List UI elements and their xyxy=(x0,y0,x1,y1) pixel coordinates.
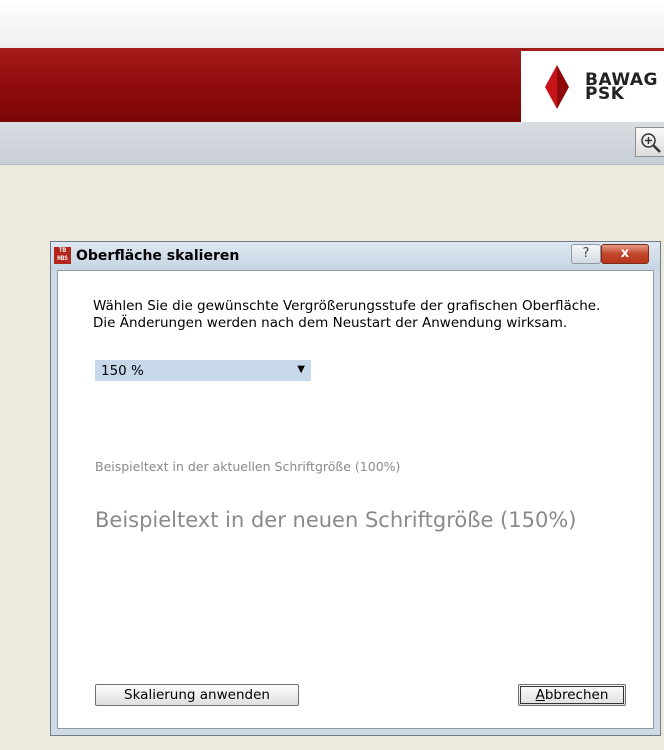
bawag-psk-logo: BAWAG PSK xyxy=(521,51,664,122)
app-icon-text-top: TB xyxy=(58,247,67,254)
app-icon: TB HBS xyxy=(54,247,71,264)
toolbar xyxy=(0,122,664,165)
app-icon-text-bottom: HBS xyxy=(57,255,68,262)
zoom-button[interactable] xyxy=(635,127,664,157)
sample-text-new: Beispieltext in der neuen Schriftgröße (… xyxy=(95,508,577,532)
dialog-title: Oberfläche skalieren xyxy=(76,248,240,264)
zoom-in-icon xyxy=(641,133,661,153)
apply-scaling-button[interactable]: Skalierung anwenden xyxy=(95,684,299,706)
sample-text-current: Beispieltext in der aktuellen Schriftgrö… xyxy=(95,459,401,474)
help-icon: ? xyxy=(582,246,590,261)
dialog-titlebar[interactable]: TB HBS Oberfläche skalieren ? x xyxy=(51,242,660,270)
logo-text: BAWAG PSK xyxy=(585,72,658,103)
dialog-description: Wählen Sie die gewünschte Vergrößerungss… xyxy=(93,298,601,331)
help-button[interactable]: ? xyxy=(571,244,601,264)
dialog-content: Wählen Sie die gewünschte Vergrößerungss… xyxy=(57,270,654,729)
top-gap xyxy=(0,0,664,48)
close-icon: x xyxy=(620,246,630,261)
dropdown-arrow-icon: ▼ xyxy=(297,364,305,375)
scale-dialog: TB HBS Oberfläche skalieren ? x Wählen S… xyxy=(50,241,661,736)
logo-diamond-icon xyxy=(535,63,579,111)
cancel-button[interactable]: Abbrechen xyxy=(518,684,626,706)
close-button[interactable]: x xyxy=(601,244,649,264)
scale-select-value: 150 % xyxy=(101,363,144,379)
scale-select[interactable]: 150 % ▼ xyxy=(95,360,311,381)
